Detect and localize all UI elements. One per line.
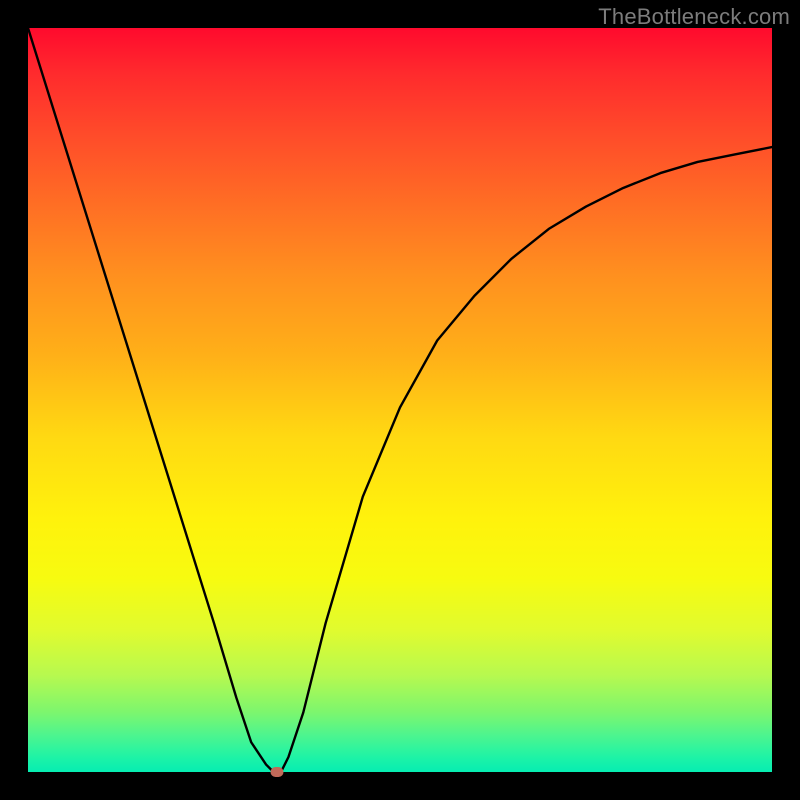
bottleneck-curve-path	[28, 28, 772, 772]
plot-area	[28, 28, 772, 772]
chart-frame: TheBottleneck.com	[0, 0, 800, 800]
minimum-marker	[271, 767, 284, 777]
watermark-text: TheBottleneck.com	[598, 4, 790, 30]
curve-svg	[28, 28, 772, 772]
